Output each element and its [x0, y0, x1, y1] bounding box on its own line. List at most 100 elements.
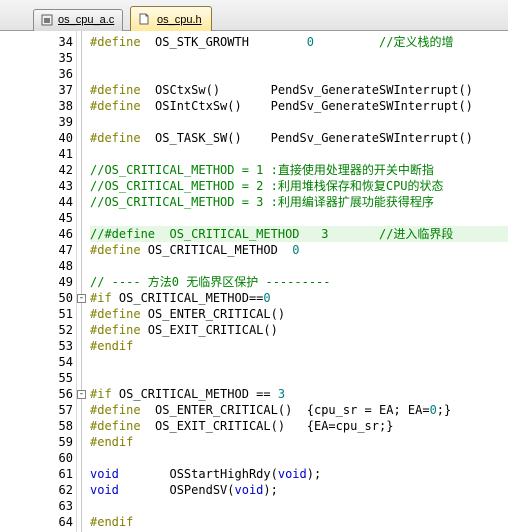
- line-number: 59: [58, 435, 73, 449]
- line-number: 47: [58, 243, 73, 257]
- code-token: OS_TASK_SW() PendSv_GenerateSWInterrupt(…: [140, 131, 473, 145]
- code-token: //OS_CRITICAL_METHOD = 2 :利用堆栈保存和恢复CPU的状…: [90, 179, 444, 193]
- code-line: #define OSIntCtxSw() PendSv_GenerateSWIn…: [90, 98, 473, 114]
- code-token: OS_ENTER_CRITICAL(): [140, 307, 286, 321]
- code-token: #endif: [90, 339, 134, 353]
- code-line: //OS_CRITICAL_METHOD = 3 :利用编译器扩展功能获得程序: [90, 194, 434, 210]
- line-number: 55: [58, 371, 73, 385]
- code-token: void: [90, 483, 119, 497]
- line-number: 49: [58, 275, 73, 289]
- tab-label: os_cpu_a.c: [58, 14, 115, 26]
- code-token: #define: [90, 131, 141, 145]
- code-line: //OS_CRITICAL_METHOD = 1 :直接使用处理器的开关中断指: [90, 162, 434, 178]
- code-line: //#define OS_CRITICAL_METHOD 3 //进入临界段: [90, 226, 453, 242]
- code-token: 0: [429, 403, 437, 417]
- line-number: 37: [58, 83, 73, 97]
- line-number: 40: [58, 131, 73, 145]
- line-number: 54: [58, 355, 73, 369]
- code-line: void OSStartHighRdy(void);: [90, 466, 321, 482]
- code-line: #endif: [90, 434, 133, 450]
- code-token: void: [234, 483, 264, 497]
- code-token: #endif: [90, 515, 134, 529]
- line-number: 57: [58, 403, 73, 417]
- line-number: 42: [58, 163, 73, 177]
- code-token: OSPendSV(: [118, 483, 235, 497]
- code-token: OS_CRITICAL_METHOD: [140, 243, 293, 257]
- code-line: #if OS_CRITICAL_METHOD == 3: [90, 386, 285, 402]
- code-token: OS_STK_GROWTH: [140, 35, 307, 49]
- header-file-icon: [139, 13, 149, 25]
- code-token: #define: [90, 243, 141, 257]
- code-token: 0: [292, 243, 300, 257]
- code-token: //#define OS_CRITICAL_METHOD 3 //进入临界段: [90, 227, 454, 241]
- code-token: 0: [306, 35, 314, 49]
- code-line: #endif: [90, 514, 133, 530]
- fold-toggle-icon[interactable]: -: [77, 294, 86, 303]
- code-line: void OSPendSV(void);: [90, 482, 278, 498]
- code-token: OSCtxSw() PendSv_GenerateSWInterrupt(): [140, 83, 473, 97]
- editor-tab-bar: os_cpu_a.c os_cpu.h: [0, 0, 508, 32]
- tab-os-cpu-a-c[interactable]: os_cpu_a.c: [33, 9, 123, 31]
- line-number: 64: [58, 515, 73, 529]
- code-token: //OS_CRITICAL_METHOD = 3 :利用编译器扩展功能获得程序: [90, 195, 434, 209]
- line-number: 43: [58, 179, 73, 193]
- code-token: OS_ENTER_CRITICAL() {cpu_sr = EA; EA=: [140, 403, 430, 417]
- code-token: OS_EXIT_CRITICAL() {EA=cpu_sr;}: [140, 419, 394, 433]
- code-token: #define: [90, 403, 141, 417]
- code-editor[interactable]: 34 35 36 37 38 39 40 41 42 43 44 45 46 47 48 49 50-51 52 5…: [0, 31, 508, 532]
- line-number: 60: [58, 451, 73, 465]
- code-line: #define OS_STK_GROWTH 0 //定义栈的增: [90, 34, 453, 50]
- line-number: 35: [58, 51, 73, 65]
- line-number: 36: [58, 67, 73, 81]
- code-token: #define: [90, 323, 141, 337]
- code-line: #define OS_EXIT_CRITICAL() {EA=cpu_sr;}: [90, 418, 393, 434]
- asm-file-icon: [41, 14, 53, 26]
- code-area[interactable]: #define OS_STK_GROWTH 0 //定义栈的增 #define O…: [90, 31, 508, 532]
- code-token: 3: [277, 387, 286, 401]
- code-token: );: [263, 483, 278, 497]
- fold-toggle-icon[interactable]: -: [77, 390, 86, 399]
- code-token: OSStartHighRdy(: [118, 467, 278, 481]
- code-token: //定义栈的增: [313, 35, 454, 49]
- code-token: );: [306, 467, 322, 481]
- code-token: #define: [90, 35, 141, 49]
- code-line: // ---- 方法0 无临界区保护 ---------: [90, 274, 331, 290]
- line-number: 48: [58, 259, 73, 273]
- line-number: 34: [58, 35, 73, 49]
- line-number: 46: [58, 227, 73, 241]
- line-number: 62: [58, 483, 73, 497]
- code-line: #endif: [90, 338, 133, 354]
- line-number: 58: [58, 419, 73, 433]
- code-token: void: [90, 467, 119, 481]
- code-token: 0: [263, 291, 271, 305]
- code-token: OS_EXIT_CRITICAL(): [140, 323, 278, 337]
- line-number: 52: [58, 323, 73, 337]
- line-number: 51: [58, 307, 73, 321]
- line-number: 45: [58, 211, 73, 225]
- code-line: #if OS_CRITICAL_METHOD==0: [90, 290, 271, 306]
- code-token: OSIntCtxSw() PendSv_GenerateSWInterrupt(…: [140, 99, 473, 113]
- code-token: void: [277, 467, 307, 481]
- line-number: 53: [58, 339, 73, 353]
- code-token: ;}: [436, 403, 452, 417]
- line-number: 50: [58, 291, 73, 305]
- code-token: // ---- 方法0 无临界区保护 ---------: [90, 275, 331, 289]
- code-line: #define OS_CRITICAL_METHOD 0: [90, 242, 300, 258]
- tab-label: os_cpu.h: [157, 14, 202, 26]
- line-number: 41: [58, 147, 73, 161]
- code-token: OS_CRITICAL_METHOD ==: [111, 387, 278, 401]
- code-token: #if: [90, 291, 112, 305]
- code-line: #define OS_TASK_SW() PendSv_GenerateSWIn…: [90, 130, 473, 146]
- code-token: #endif: [90, 435, 134, 449]
- code-line: //OS_CRITICAL_METHOD = 2 :利用堆栈保存和恢复CPU的状…: [90, 178, 444, 194]
- code-token: #define: [90, 99, 141, 113]
- gutter-divider: [76, 31, 77, 532]
- code-token: //OS_CRITICAL_METHOD = 1 :直接使用处理器的开关中断指: [90, 163, 434, 177]
- line-number: 38: [58, 99, 73, 113]
- code-line: #define OS_ENTER_CRITICAL() {cpu_sr = EA…: [90, 402, 451, 418]
- tab-os-cpu-h[interactable]: os_cpu.h: [130, 6, 212, 32]
- line-number: 44: [58, 195, 73, 209]
- code-token: OS_CRITICAL_METHOD==: [111, 291, 264, 305]
- code-line: #define OS_ENTER_CRITICAL(): [90, 306, 285, 322]
- code-token: #define: [90, 307, 141, 321]
